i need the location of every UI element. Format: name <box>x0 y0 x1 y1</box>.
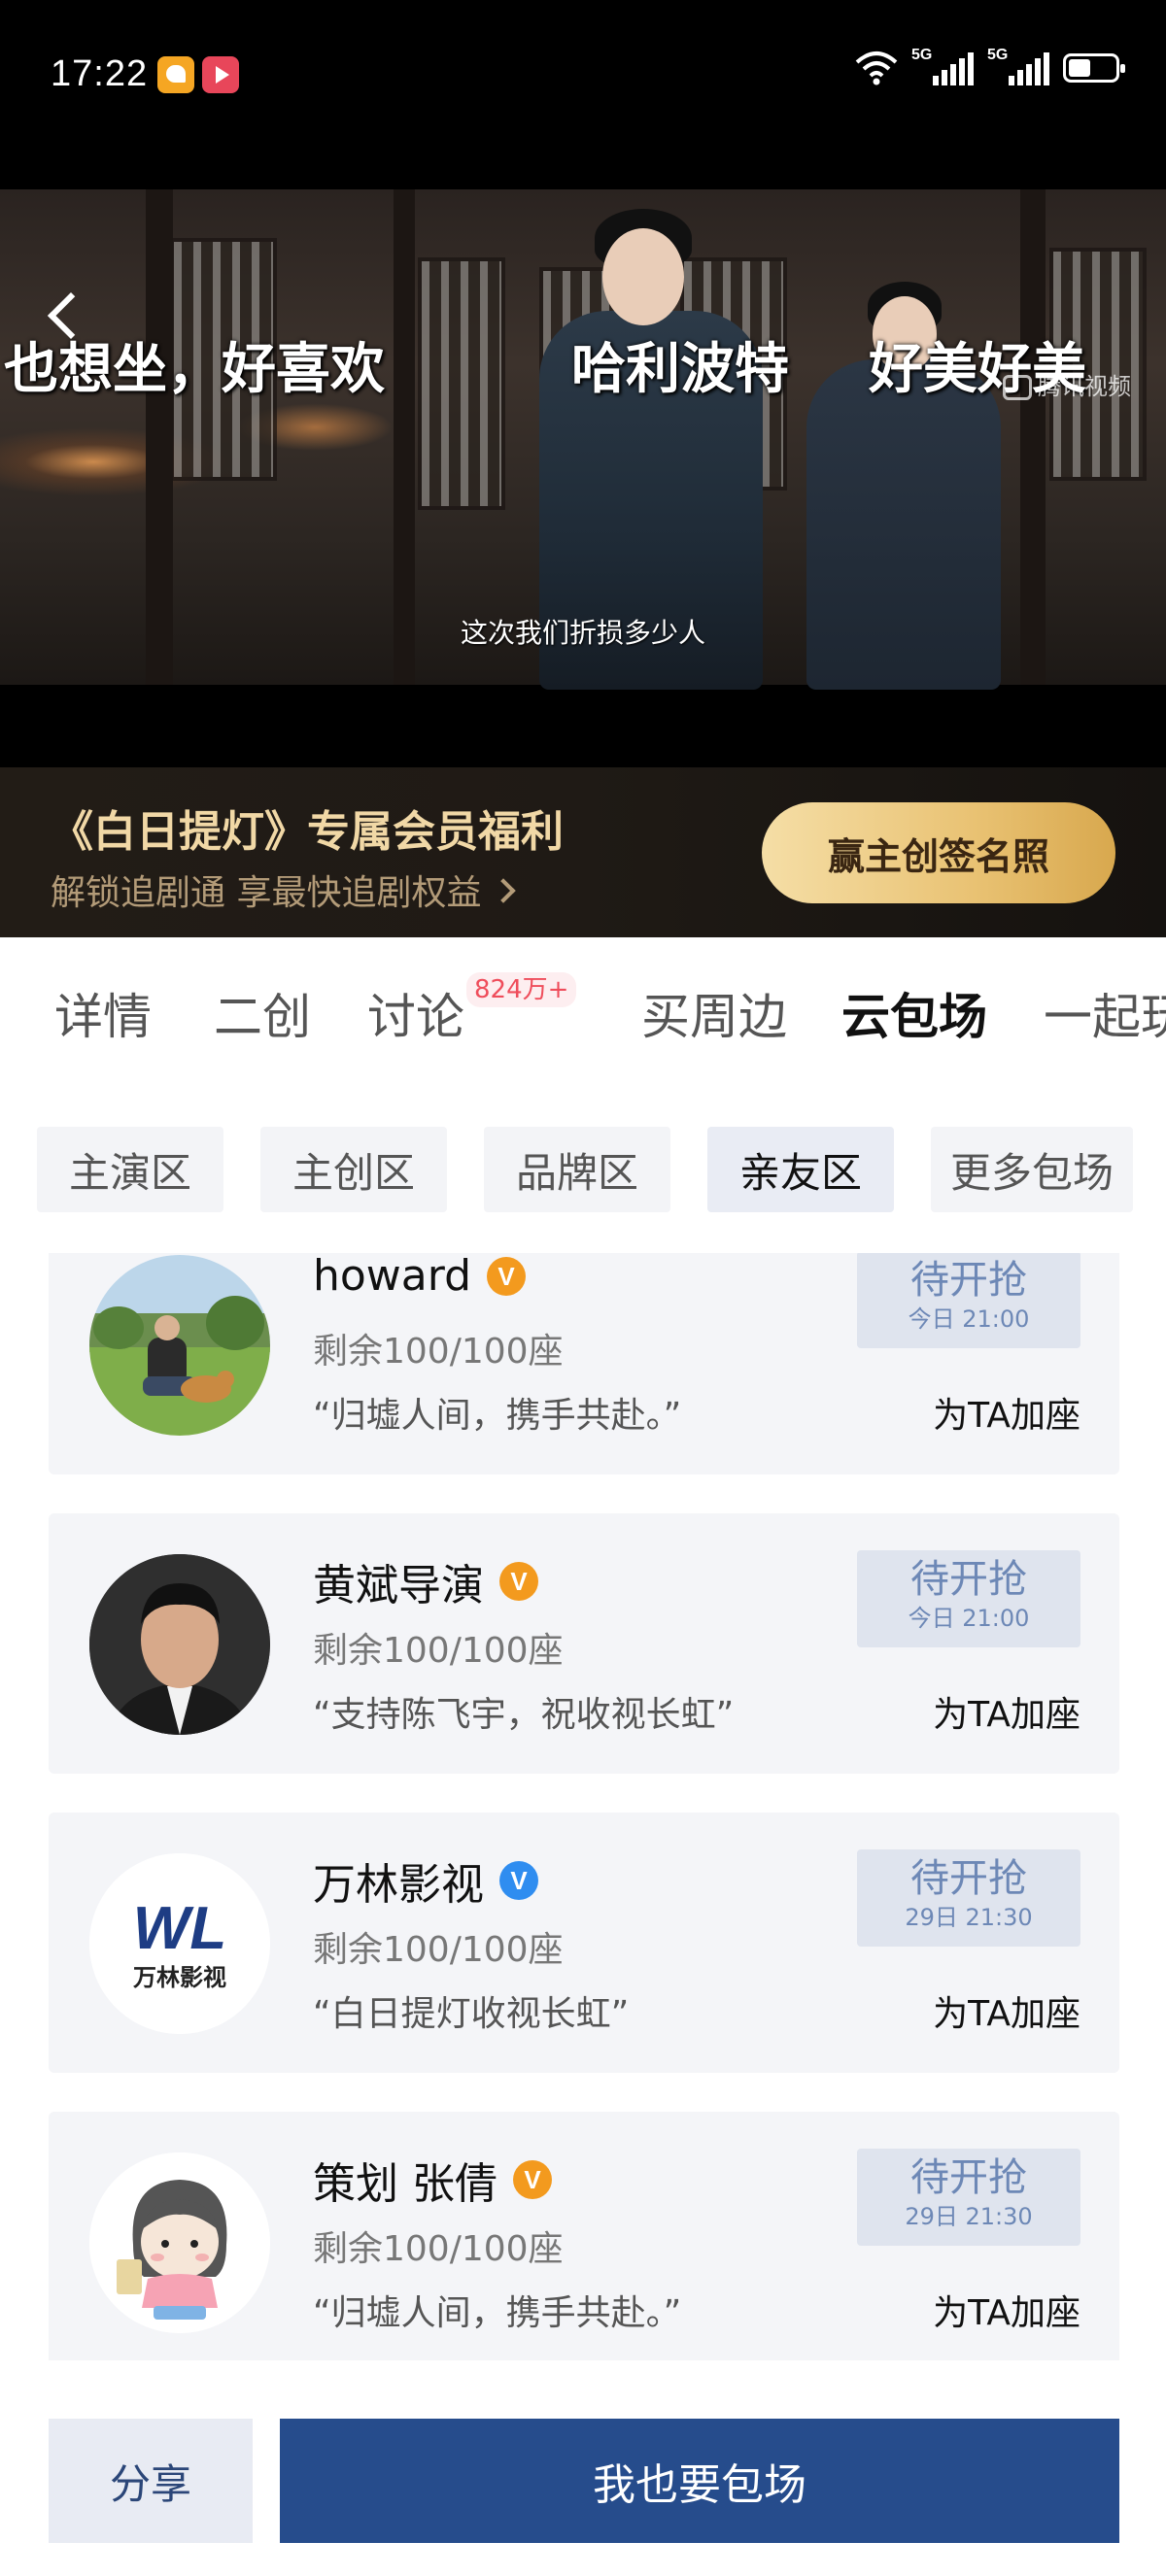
video-subtitle: 这次我们折损多少人 <box>460 617 705 649</box>
signal-icon-2: 5G <box>987 47 1049 85</box>
tab-fan-creations[interactable]: 二创 <box>214 978 311 1048</box>
grab-status-button[interactable]: 待开抢 今日 21:00 <box>857 1550 1080 1647</box>
host-name: howard <box>313 1253 472 1301</box>
content-panel: 详情 二创 讨论 824万+ 买周边 云包场 一起玩 主演区 主创区 品牌区 亲… <box>0 937 1166 2576</box>
screening-list: howard 剩余100/100座 “归墟人间，携手共赴。” 待开抢 今日 21… <box>49 1253 1119 2360</box>
video-app-icon <box>202 56 239 93</box>
danmaku-comment: 也想坐，好喜欢 <box>4 338 385 401</box>
avatar[interactable]: WL 万林影视 <box>89 1853 270 2034</box>
wanlin-logo-mark: WL <box>133 1895 226 1962</box>
status-time: 17:22 <box>51 53 149 94</box>
seats-remaining: 剩余100/100座 <box>313 1930 564 1970</box>
video-watermark: 腾讯视频 <box>1003 367 1131 401</box>
subtab-lead-actors[interactable]: 主演区 <box>37 1127 223 1212</box>
wifi-icon <box>855 51 898 85</box>
avatar[interactable] <box>89 2152 270 2333</box>
host-message: “支持陈飞宇，祝收视长虹” <box>313 1695 735 1735</box>
verified-v-icon <box>499 1562 538 1601</box>
seats-remaining: 剩余100/100座 <box>313 1631 564 1671</box>
grab-status-button[interactable]: 待开抢 29日 21:30 <box>857 1849 1080 1947</box>
host-message: “归墟人间，携手共赴。” <box>313 2293 682 2333</box>
main-tabs: 详情 二创 讨论 824万+ 买周边 云包场 一起玩 <box>0 937 1166 1064</box>
add-seat-link[interactable]: 为TA加座 <box>933 1686 1080 1737</box>
subtab-creators[interactable]: 主创区 <box>260 1127 447 1212</box>
book-screening-button[interactable]: 我也要包场 <box>280 2419 1119 2543</box>
share-button[interactable]: 分享 <box>49 2419 253 2543</box>
tab-details[interactable]: 详情 <box>54 978 152 1048</box>
tab-discussion[interactable]: 讨论 <box>367 978 464 1048</box>
host-message: “归墟人间，携手共赴。” <box>313 1396 682 1436</box>
seats-remaining: 剩余100/100座 <box>313 2229 564 2269</box>
grab-status-button[interactable]: 待开抢 今日 21:00 <box>857 1253 1080 1348</box>
battery-icon <box>1063 53 1125 83</box>
open-time: 29日 21:30 <box>905 1904 1033 1931</box>
status-bar: 17:22 5G 5G <box>0 0 1166 146</box>
screening-category-tabs: 主演区 主创区 品牌区 亲友区 更多包场 <box>37 1127 1166 1214</box>
open-time: 今日 21:00 <box>908 1305 1030 1333</box>
open-time: 29日 21:30 <box>905 2203 1033 2230</box>
promo-action-button[interactable]: 赢主创签名照 <box>762 802 1115 903</box>
screening-card[interactable]: 黄斌导演 剩余100/100座 “支持陈飞宇，祝收视长虹” 待开抢 今日 21:… <box>49 1513 1119 1774</box>
verified-v-icon <box>487 1256 527 1296</box>
screening-card[interactable]: WL 万林影视 万林影视 剩余100/100座 “白日提灯收视长虹” 待开抢 2… <box>49 1813 1119 2073</box>
seats-remaining: 剩余100/100座 <box>313 1332 564 1372</box>
wanlin-logo-text: 万林影视 <box>133 1964 226 1991</box>
verified-v-icon <box>513 2160 552 2199</box>
danmaku-comment: 哈利波特 <box>571 338 789 401</box>
host-name: 黄斌导演 <box>313 1561 484 1610</box>
subtab-friends[interactable]: 亲友区 <box>707 1127 894 1212</box>
notification-app-icon <box>157 56 194 93</box>
add-seat-link[interactable]: 为TA加座 <box>933 2285 1080 2335</box>
tab-cloud-screening[interactable]: 云包场 <box>841 978 987 1048</box>
host-message: “白日提灯收视长虹” <box>313 1994 630 2034</box>
host-name: 万林影视 <box>313 1860 484 1910</box>
grab-status-button[interactable]: 待开抢 29日 21:30 <box>857 2149 1080 2246</box>
chevron-right-icon <box>491 878 517 903</box>
subtab-brands[interactable]: 品牌区 <box>484 1127 670 1212</box>
signal-icon-1: 5G <box>911 47 974 85</box>
tencent-video-logo-icon <box>1003 375 1032 400</box>
discussion-count-badge: 824万+ <box>466 972 577 1007</box>
video-frame <box>0 189 1166 690</box>
promo-title: 《白日提灯》专属会员福利 <box>51 807 564 857</box>
video-player[interactable]: 也想坐，好喜欢 哈利波特 好美好美 腾讯视频 这次我们折损多少人 <box>0 146 1166 767</box>
open-time: 今日 21:00 <box>908 1605 1030 1632</box>
screening-card[interactable]: howard 剩余100/100座 “归墟人间，携手共赴。” 待开抢 今日 21… <box>49 1253 1119 1474</box>
tab-merchandise[interactable]: 买周边 <box>641 978 787 1048</box>
tab-play-together[interactable]: 一起玩 <box>1044 978 1166 1048</box>
add-seat-link[interactable]: 为TA加座 <box>933 1387 1080 1438</box>
avatar[interactable] <box>89 1554 270 1735</box>
verified-v-icon <box>499 1861 538 1900</box>
subtab-more-screenings[interactable]: 更多包场 <box>931 1127 1133 1212</box>
host-name: 策划 张倩 <box>313 2159 497 2209</box>
avatar[interactable] <box>89 1255 270 1436</box>
system-icons: 5G 5G <box>855 47 1125 85</box>
add-seat-link[interactable]: 为TA加座 <box>933 1985 1080 2036</box>
screening-card[interactable]: 策划 张倩 剩余100/100座 “归墟人间，携手共赴。” 待开抢 29日 21… <box>49 2112 1119 2360</box>
member-promo-banner[interactable]: 《白日提灯》专属会员福利 解锁追剧通 享最快追剧权益 赢主创签名照 <box>0 767 1166 937</box>
promo-subtitle[interactable]: 解锁追剧通 享最快追剧权益 <box>51 864 517 915</box>
